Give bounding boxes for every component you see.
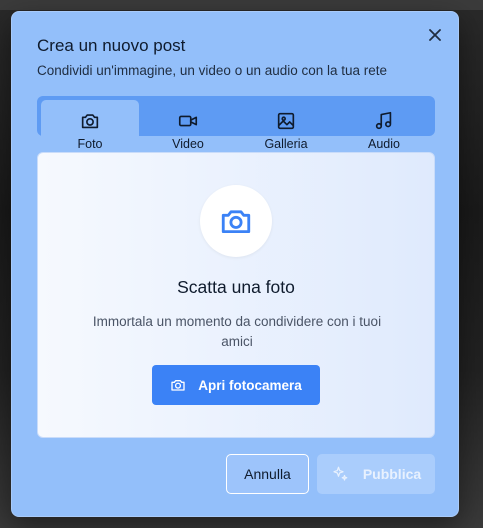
camera-icon — [221, 210, 251, 234]
music-icon — [375, 111, 392, 130]
top-bar — [0, 0, 483, 10]
tab-label: Galleria — [264, 137, 308, 151]
tab-panel-foto: Scatta una foto Immortala un momento da … — [37, 152, 435, 438]
close-icon — [429, 29, 441, 41]
panel-heading: Scatta una foto — [177, 277, 295, 297]
open-camera-label: Apri fotocamera — [198, 377, 302, 393]
video-icon — [178, 115, 198, 127]
close-button[interactable] — [426, 26, 444, 44]
tab-label: Video — [172, 137, 204, 151]
sparkles-icon — [333, 466, 348, 481]
tab-label: Audio — [368, 137, 400, 151]
dialog-subtitle: Condividi un'immagine, un video o un aud… — [37, 63, 388, 78]
dialog-title: Crea un nuovo post — [37, 36, 186, 55]
tab-label: Foto — [77, 137, 103, 151]
open-camera-button[interactable]: Apri fotocamera — [152, 365, 320, 405]
camera-icon-circle — [200, 185, 272, 257]
create-post-dialog: Crea un nuovo post Condividi un'immagine… — [11, 11, 459, 517]
image-icon — [277, 112, 295, 130]
publish-label: Pubblica — [362, 466, 422, 482]
media-tabs: Foto Video Galleria Audio — [37, 96, 435, 162]
panel-description: Immortala un momento da condividere con … — [92, 314, 382, 349]
camera-icon — [171, 380, 185, 391]
camera-icon — [81, 114, 99, 129]
publish-button[interactable]: Pubblica — [317, 454, 435, 494]
cancel-button[interactable]: Annulla — [226, 454, 309, 494]
